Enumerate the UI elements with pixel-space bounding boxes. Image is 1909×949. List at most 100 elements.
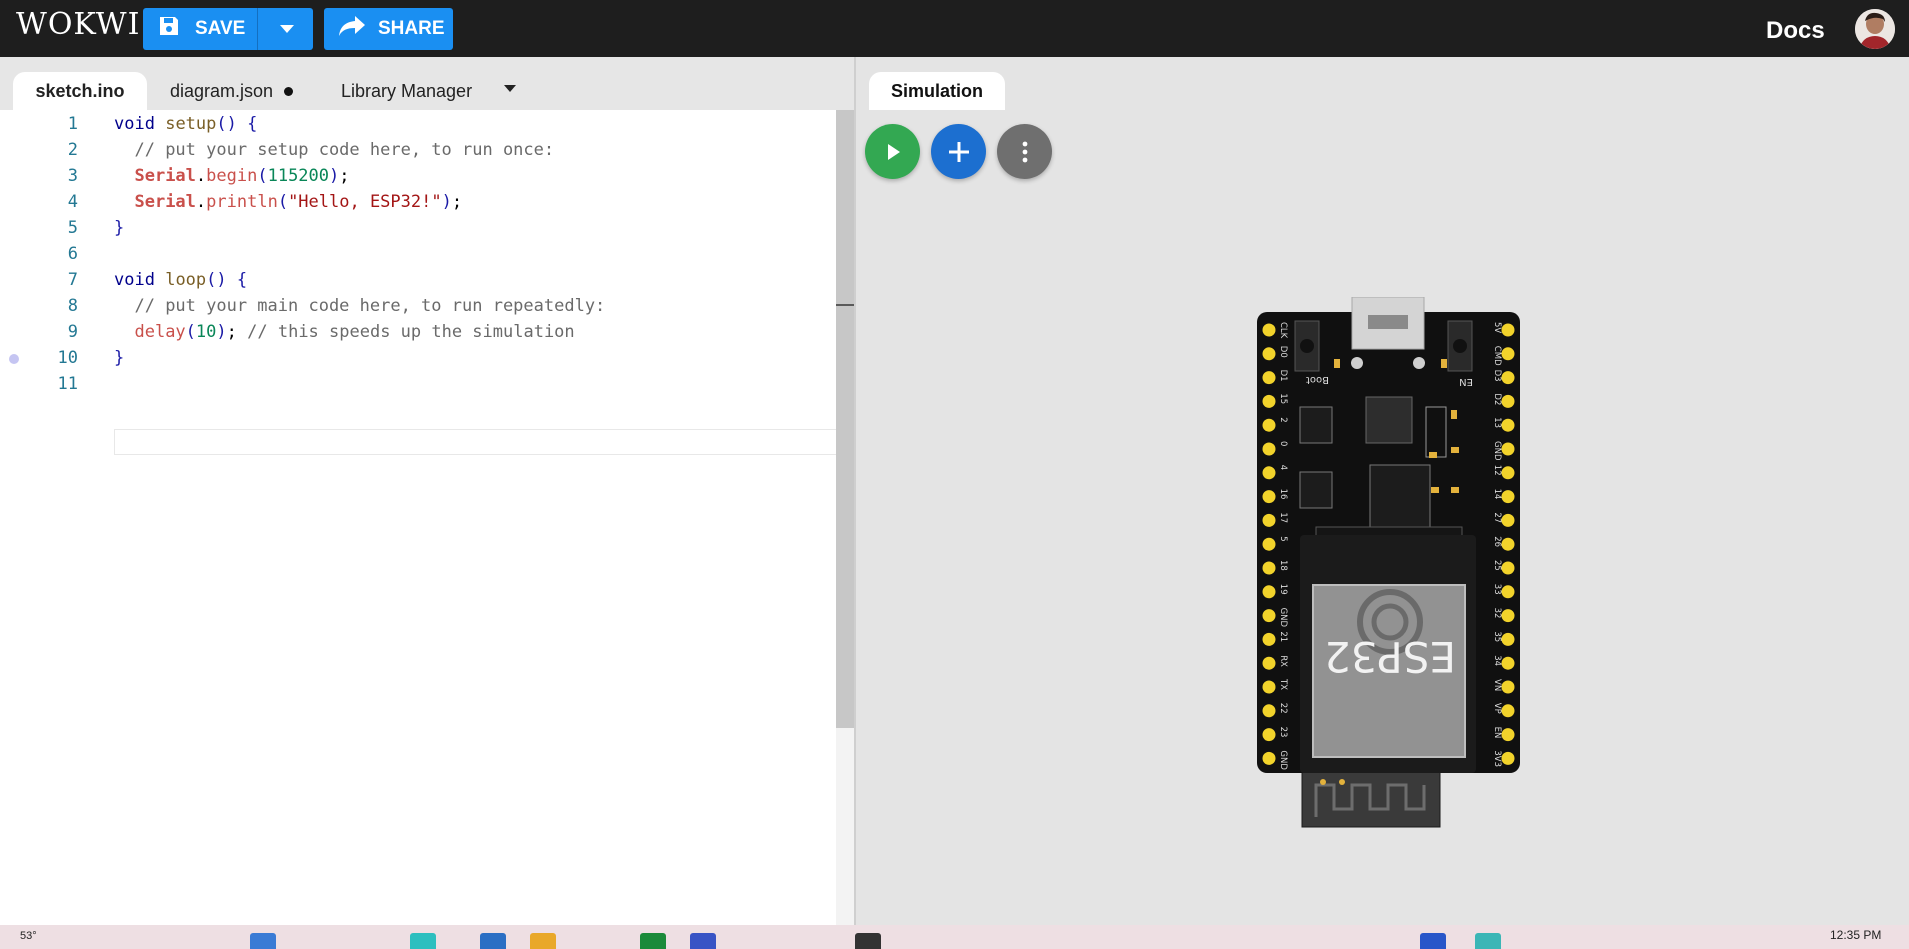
left-pin-16[interactable] bbox=[1262, 490, 1276, 504]
unsaved-dot-icon bbox=[284, 86, 294, 96]
right-pin-35[interactable] bbox=[1501, 632, 1515, 646]
left-pin-22[interactable] bbox=[1262, 704, 1276, 718]
code-line[interactable]: 4 Serial.println("Hello, ESP32!"); bbox=[0, 189, 836, 215]
left-pin-label: GND bbox=[1278, 750, 1288, 770]
left-pin-2[interactable] bbox=[1262, 418, 1276, 432]
right-pin-27[interactable] bbox=[1501, 513, 1515, 527]
line-number: 1 bbox=[67, 114, 78, 134]
tab-sketch-ino[interactable]: sketch.ino bbox=[13, 72, 147, 110]
left-pin-23[interactable] bbox=[1262, 728, 1276, 742]
code-text: void setup() { bbox=[114, 114, 258, 134]
weather-widget[interactable]: 53° bbox=[20, 930, 37, 942]
left-pin-label: CLK bbox=[1278, 322, 1288, 339]
right-pin-13[interactable] bbox=[1501, 418, 1515, 432]
right-pin-label: D3 bbox=[1492, 370, 1502, 382]
start-simulation-button[interactable] bbox=[865, 124, 920, 179]
right-pin-label: VN bbox=[1492, 679, 1502, 691]
right-pin-12[interactable] bbox=[1501, 466, 1515, 480]
right-pin-33[interactable] bbox=[1501, 585, 1515, 599]
left-pin-gnd[interactable] bbox=[1262, 609, 1276, 623]
terminal-taskbar-icon[interactable] bbox=[855, 933, 881, 949]
code-line[interactable]: 1 void setup() { bbox=[0, 111, 836, 137]
files-taskbar-icon[interactable] bbox=[530, 933, 556, 949]
sheets-taskbar-icon[interactable] bbox=[640, 933, 666, 949]
left-pin-rx[interactable] bbox=[1262, 656, 1276, 670]
right-pin-25[interactable] bbox=[1501, 561, 1515, 575]
code-text: // put your setup code here, to run once… bbox=[134, 140, 555, 160]
right-pin-14[interactable] bbox=[1501, 490, 1515, 504]
code-line[interactable]: 10} bbox=[0, 345, 836, 371]
share-button[interactable]: SHARE bbox=[324, 8, 453, 50]
right-pin-gnd[interactable] bbox=[1501, 442, 1515, 456]
wokwi-logo[interactable]: WOKWI bbox=[16, 7, 140, 42]
code-line[interactable]: 2 // put your setup code here, to run on… bbox=[0, 137, 836, 163]
simulation-pane: Simulation ESP32 CLK D0 D1 15 2 0 4 16 1… bbox=[856, 57, 1909, 925]
left-pin-clk[interactable] bbox=[1262, 323, 1276, 337]
line-number: 9 bbox=[67, 322, 78, 342]
add-part-button[interactable] bbox=[931, 124, 986, 179]
right-pin-label: 14 bbox=[1492, 489, 1502, 500]
browser-taskbar-icon[interactable] bbox=[410, 933, 436, 949]
left-pin-d1[interactable] bbox=[1262, 371, 1276, 385]
left-pin-21[interactable] bbox=[1262, 632, 1276, 646]
chevron-down-icon[interactable] bbox=[280, 25, 294, 33]
esp32-devkit-board[interactable]: ESP32 CLK D0 D1 15 2 0 4 16 17 5 18 19 GND 21 RX TX 22 23… bbox=[1256, 296, 1521, 832]
current-line-highlight bbox=[114, 429, 855, 455]
save-label: SAVE bbox=[195, 18, 246, 39]
right-pin-34[interactable] bbox=[1501, 656, 1515, 670]
mail-taskbar-icon[interactable] bbox=[480, 933, 506, 949]
teams-taskbar-icon[interactable] bbox=[690, 933, 716, 949]
code-line[interactable]: 6 bbox=[0, 241, 836, 267]
right-pin-label: D2 bbox=[1492, 393, 1502, 405]
right-pin-cmd[interactable] bbox=[1501, 347, 1515, 361]
save-button[interactable]: SAVE bbox=[143, 8, 313, 50]
user-avatar[interactable] bbox=[1855, 9, 1895, 49]
left-pin-17[interactable] bbox=[1262, 513, 1276, 527]
left-pin-0[interactable] bbox=[1262, 442, 1276, 456]
left-pin-tx[interactable] bbox=[1262, 680, 1276, 694]
code-line[interactable]: 3 Serial.begin(115200); bbox=[0, 163, 836, 189]
right-pin-26[interactable] bbox=[1501, 537, 1515, 551]
app-taskbar-icon[interactable] bbox=[1420, 933, 1446, 949]
right-pin-label: 13 bbox=[1492, 417, 1502, 428]
code-line[interactable]: 5} bbox=[0, 215, 836, 241]
right-pin-label: 26 bbox=[1492, 536, 1502, 547]
scrollbar-thumb[interactable] bbox=[836, 110, 854, 728]
tab-library-manager[interactable]: Library Manager bbox=[341, 72, 472, 110]
left-pin-19[interactable] bbox=[1262, 585, 1276, 599]
right-pin-vn[interactable] bbox=[1501, 680, 1515, 694]
docs-link[interactable]: Docs bbox=[1766, 17, 1825, 45]
tab-simulation[interactable]: Simulation bbox=[869, 72, 1005, 110]
editor-scrollbar[interactable] bbox=[836, 110, 854, 925]
right-pin-en[interactable] bbox=[1501, 728, 1515, 742]
right-pin-3v3[interactable] bbox=[1501, 751, 1515, 765]
left-pin-18[interactable] bbox=[1262, 561, 1276, 575]
right-pin-d3[interactable] bbox=[1501, 371, 1515, 385]
tab-diagram-json[interactable]: diagram.json bbox=[170, 72, 294, 110]
right-pin-label: 25 bbox=[1492, 560, 1502, 571]
right-pin-label: 32 bbox=[1492, 608, 1502, 619]
app2-taskbar-icon[interactable] bbox=[1475, 933, 1501, 949]
windows-start-icon[interactable] bbox=[250, 933, 276, 949]
right-pin-5v[interactable] bbox=[1501, 323, 1515, 337]
more-options-button[interactable] bbox=[997, 124, 1052, 179]
right-pin-label: 33 bbox=[1492, 584, 1502, 595]
left-pin-15[interactable] bbox=[1262, 394, 1276, 408]
left-pin-d0[interactable] bbox=[1262, 347, 1276, 361]
left-pin-gnd[interactable] bbox=[1262, 751, 1276, 765]
left-pin-4[interactable] bbox=[1262, 466, 1276, 480]
right-pin-32[interactable] bbox=[1501, 609, 1515, 623]
code-line[interactable]: 9 delay(10); // this speeds up the simul… bbox=[0, 319, 836, 345]
code-area[interactable]: 1 void setup() { 2 // put your setup code … bbox=[0, 110, 855, 925]
right-pin-label: 35 bbox=[1492, 631, 1502, 642]
code-line[interactable]: 7 void loop() { bbox=[0, 267, 836, 293]
tab-overflow-chevron-icon[interactable] bbox=[504, 85, 516, 92]
left-pin-5[interactable] bbox=[1262, 537, 1276, 551]
taskbar-clock[interactable]: 12:35 PM bbox=[1830, 928, 1881, 942]
right-pin-vp[interactable] bbox=[1501, 704, 1515, 718]
code-line[interactable]: 11 bbox=[0, 371, 836, 397]
code-line[interactable]: 8 // put your main code here, to run rep… bbox=[0, 293, 836, 319]
right-pin-d2[interactable] bbox=[1501, 394, 1515, 408]
left-pin-label: D0 bbox=[1278, 346, 1288, 358]
line-number: 10 bbox=[57, 348, 78, 368]
